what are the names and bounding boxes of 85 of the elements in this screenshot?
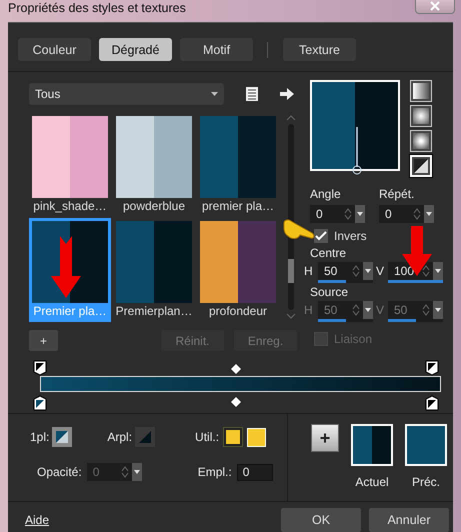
axis-label: H bbox=[304, 263, 314, 278]
close-icon bbox=[428, 1, 442, 11]
location-field[interactable]: 0 bbox=[236, 464, 273, 480]
spin-arrows-icon[interactable] bbox=[413, 208, 421, 220]
axis-label: V bbox=[376, 302, 386, 317]
cancel-button[interactable]: Annuler bbox=[369, 508, 449, 532]
coordinate-field[interactable]: 50 bbox=[318, 262, 373, 280]
midpoint-handle[interactable] bbox=[231, 364, 241, 374]
previous-swatch[interactable] bbox=[405, 424, 447, 466]
field-label: Répét. bbox=[379, 187, 416, 201]
caret-icon bbox=[435, 308, 441, 312]
help-link[interactable]: Aide bbox=[25, 513, 50, 527]
scroll-thumb[interactable] bbox=[288, 259, 294, 283]
caret-icon bbox=[365, 308, 371, 312]
sunburst-style-button[interactable] bbox=[410, 130, 432, 152]
group-label: Centre bbox=[310, 246, 348, 260]
ok-button[interactable]: OK bbox=[281, 508, 361, 532]
gallery-item[interactable]: premier pla… bbox=[197, 113, 279, 217]
gallery-item[interactable]: Premierplan… bbox=[113, 218, 195, 322]
gradient-name: pink_shade… bbox=[33, 198, 107, 214]
midpoint-handle[interactable] bbox=[231, 397, 241, 407]
window-title: Propriétés des styles et textures bbox=[8, 0, 186, 16]
add-button[interactable]: + bbox=[311, 424, 339, 452]
scroll-down-icon[interactable] bbox=[286, 313, 296, 319]
rectangular-style-button[interactable] bbox=[410, 105, 432, 127]
user-label: Util.: bbox=[195, 430, 220, 444]
spin-arrows-icon[interactable] bbox=[344, 208, 352, 220]
background-swatch[interactable] bbox=[135, 427, 156, 447]
swatch-label: Préc. bbox=[412, 475, 440, 489]
pointing-hand-icon bbox=[282, 219, 316, 241]
gradient-name: powderblue bbox=[122, 198, 186, 214]
field-label: Angle bbox=[310, 187, 342, 201]
gallery-item[interactable]: profondeur bbox=[197, 218, 279, 322]
color-stop-handle[interactable] bbox=[33, 360, 47, 376]
gradient-name: Premier pla… bbox=[33, 303, 107, 319]
caret-icon bbox=[365, 269, 371, 273]
swatch-label: Actuel bbox=[355, 475, 389, 489]
caret-icon bbox=[211, 92, 218, 96]
foreground-label: 1pl: bbox=[30, 430, 50, 444]
category-dropdown[interactable]: Tous bbox=[29, 83, 224, 105]
checkbox-label: Invers bbox=[334, 229, 367, 243]
spin-arrows-icon[interactable] bbox=[422, 265, 430, 277]
gallery-item[interactable]: powderblue bbox=[113, 113, 195, 217]
list-icon[interactable] bbox=[245, 87, 259, 101]
tab[interactable]: Dégradé bbox=[99, 38, 172, 61]
axis-label: V bbox=[376, 263, 386, 278]
color-stop-handle[interactable] bbox=[425, 360, 439, 376]
opacity-stop-handle[interactable] bbox=[33, 395, 47, 411]
right-arrow-icon[interactable] bbox=[280, 88, 294, 100]
checkbox-label: Liaison bbox=[334, 332, 372, 346]
caret-icon bbox=[426, 212, 432, 216]
angle-field[interactable]: 0 bbox=[310, 205, 365, 223]
center-handle-icon[interactable] bbox=[352, 127, 362, 175]
close-button[interactable] bbox=[415, 0, 455, 14]
gradient-name: Premierplan… bbox=[116, 303, 192, 319]
gradient-name: profondeur bbox=[208, 303, 268, 319]
scroll-up-icon[interactable] bbox=[286, 115, 296, 121]
gradient-bar[interactable] bbox=[40, 376, 441, 392]
opacity-stop-handle[interactable] bbox=[425, 395, 439, 411]
group-label: Source bbox=[310, 285, 350, 299]
caret-icon bbox=[134, 470, 140, 474]
background-label: Arpl: bbox=[107, 430, 132, 444]
caret-icon bbox=[357, 212, 363, 216]
axis-label: H bbox=[304, 302, 314, 317]
invert-checkbox[interactable] bbox=[314, 229, 328, 243]
down-arrow-icon bbox=[51, 236, 81, 298]
dropdown-button[interactable] bbox=[363, 262, 373, 280]
field-label: Empl.: bbox=[198, 465, 232, 479]
gallery-item[interactable]: pink_shade… bbox=[29, 113, 111, 217]
user-swatch[interactable] bbox=[224, 428, 242, 446]
field-label: Opacité: bbox=[37, 465, 82, 479]
gradient-name: premier pla… bbox=[202, 198, 274, 214]
linear-style-button[interactable] bbox=[410, 80, 432, 102]
tab[interactable]: Couleur bbox=[18, 38, 91, 61]
dropdown-button[interactable] bbox=[433, 262, 443, 280]
radial-style-button[interactable] bbox=[410, 155, 432, 177]
repeats-field[interactable]: 0 bbox=[379, 205, 434, 223]
spin-arrows-icon[interactable] bbox=[352, 265, 360, 277]
tab[interactable]: Motif bbox=[180, 38, 253, 61]
dropdown-button[interactable] bbox=[424, 205, 434, 223]
caret-icon bbox=[435, 269, 441, 273]
dropdown-button[interactable] bbox=[355, 205, 365, 223]
tab[interactable]: Texture bbox=[283, 38, 356, 61]
foreground-swatch[interactable] bbox=[52, 427, 72, 447]
action-button[interactable]: + bbox=[29, 330, 58, 351]
